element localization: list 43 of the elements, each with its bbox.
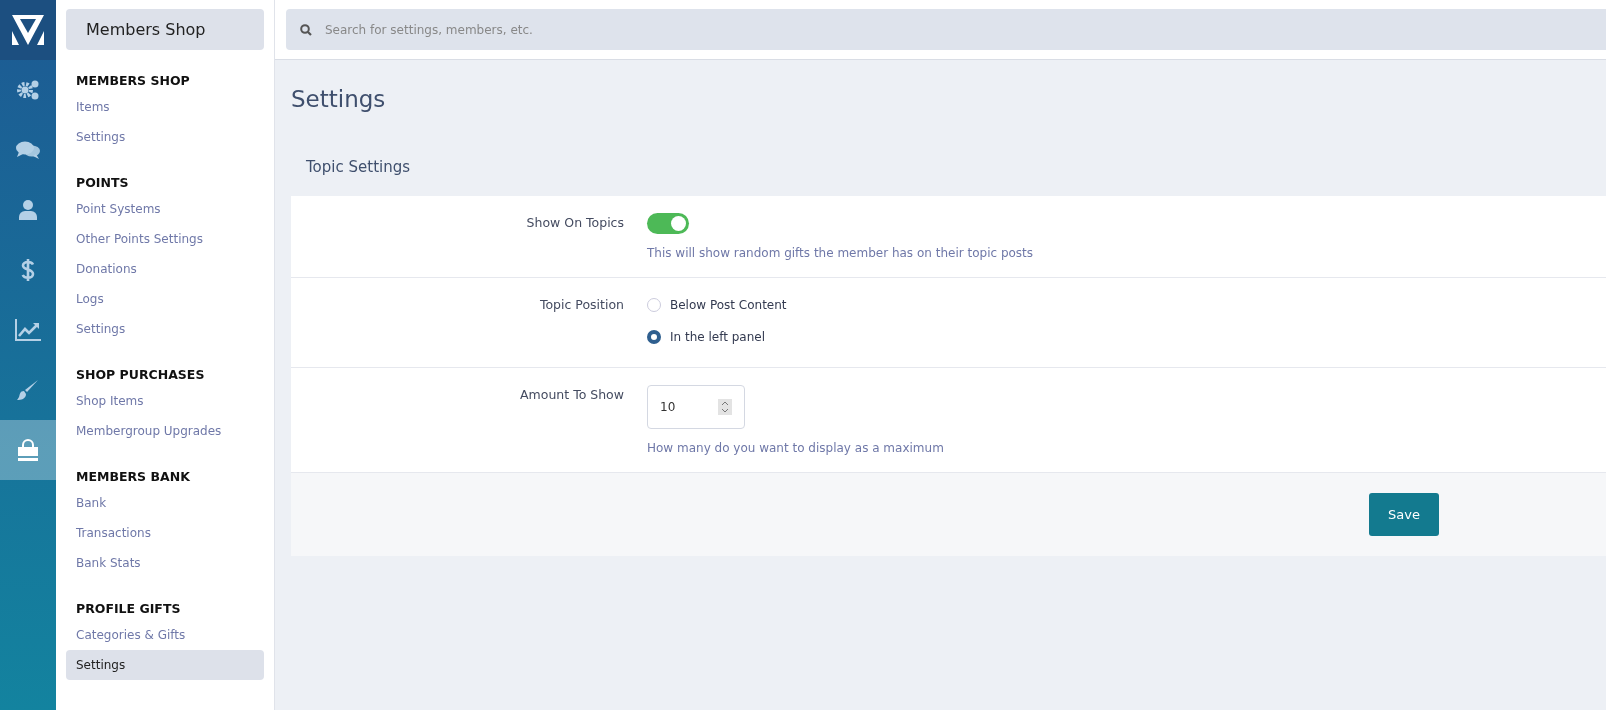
section-heading: MEMBERS BANK: [75, 468, 191, 486]
search-field[interactable]: Search for settings, members, etc.: [286, 9, 1606, 50]
sidebar-link[interactable]: Shop Items: [66, 386, 264, 416]
radio-label: In the left panel: [670, 330, 765, 344]
field-label: Topic Position: [538, 296, 624, 314]
page-title: Settings: [291, 86, 387, 114]
user-icon: [19, 200, 37, 220]
sidebar-link[interactable]: Settings: [66, 314, 264, 344]
sidebar-link[interactable]: Categories & Gifts: [66, 620, 264, 650]
radio-button[interactable]: [647, 330, 661, 344]
sidebar-link[interactable]: Settings: [66, 650, 264, 680]
sidebar-link[interactable]: Logs: [66, 284, 264, 314]
chart-icon: [15, 319, 41, 341]
bag-nav-button[interactable]: [0, 420, 56, 480]
section-heading: POINTS: [75, 174, 130, 192]
sidebar-link[interactable]: Bank Stats: [66, 548, 264, 578]
search-icon: [300, 24, 312, 36]
section-heading: PROFILE GIFTS: [75, 600, 182, 618]
shopping-bag-icon: [16, 438, 40, 462]
sidebar-link[interactable]: Items: [66, 92, 264, 122]
sidebar-link[interactable]: Point Systems: [66, 194, 264, 224]
toggle-switch[interactable]: [647, 213, 689, 234]
sidebar-link[interactable]: Other Points Settings: [66, 224, 264, 254]
radio-label: Below Post Content: [670, 298, 787, 312]
section-heading: MEMBERS SHOP: [75, 72, 191, 90]
brush-icon: [17, 379, 39, 401]
sidebar-link[interactable]: Donations: [66, 254, 264, 284]
sidebar-link[interactable]: Membergroup Upgrades: [66, 416, 264, 446]
field-label: Show On Topics: [525, 214, 624, 232]
spinner-icon: [718, 399, 732, 415]
sidebar-link[interactable]: Bank: [66, 488, 264, 518]
help-text: This will show random gifts the member has on their topic posts: [647, 246, 1034, 260]
dollar-icon: [21, 258, 35, 282]
section-heading: SHOP PURCHASES: [75, 366, 206, 384]
help-text: How many do you want to display as a maximum: [647, 441, 944, 455]
sidebar-title: Members Shop: [66, 9, 264, 50]
card-title: Topic Settings: [305, 157, 412, 178]
field-label: Amount To Show: [519, 386, 624, 404]
number-field[interactable]: 10: [647, 385, 745, 429]
save-button[interactable]: Save: [1369, 493, 1439, 536]
sidebar-link[interactable]: Transactions: [66, 518, 264, 548]
sidebar-link[interactable]: Settings: [66, 122, 264, 152]
chat-icon: [16, 140, 40, 160]
